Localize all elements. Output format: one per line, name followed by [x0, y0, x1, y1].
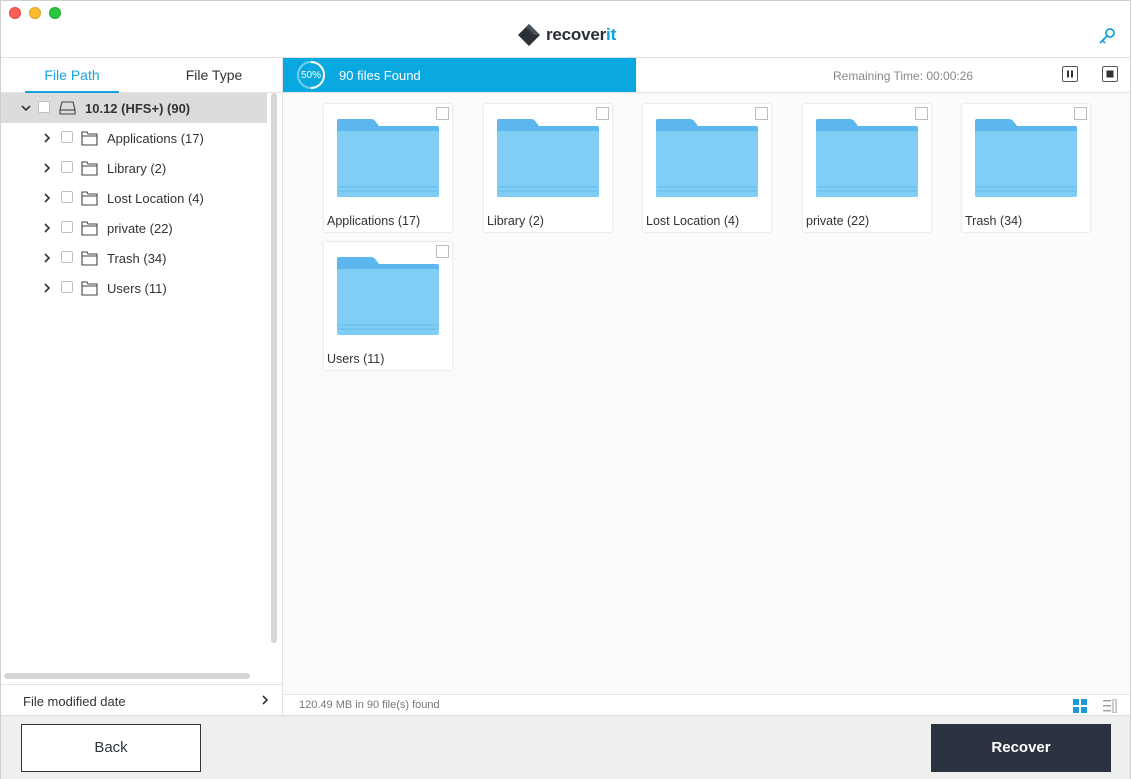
- chevron-right-icon[interactable]: [42, 133, 52, 143]
- chevron-right-icon[interactable]: [42, 283, 52, 293]
- file-modified-date-filter[interactable]: File modified date: [1, 684, 282, 716]
- folder-card[interactable]: Applications (17): [324, 104, 452, 232]
- app-logo: recoverit: [517, 22, 616, 48]
- sidebar: File Path File Type 10.12 (HFS+) (90) Ap…: [1, 58, 283, 715]
- pause-button[interactable]: [1062, 66, 1078, 82]
- folder-icon: [337, 119, 439, 197]
- tree-item[interactable]: Lost Location (4): [1, 183, 267, 213]
- brand-accent: it: [606, 25, 617, 44]
- close-window-button[interactable]: [9, 7, 21, 19]
- footer-bar: Back Recover: [1, 715, 1130, 779]
- filter-label: File modified date: [23, 694, 126, 709]
- chevron-right-icon[interactable]: [42, 163, 52, 173]
- chevron-right-icon[interactable]: [42, 223, 52, 233]
- folder-label: Applications (17): [327, 214, 421, 228]
- scan-progress-fill: [283, 58, 636, 92]
- folder-card[interactable]: private (22): [803, 104, 931, 232]
- remaining-time: Remaining Time: 00:00:26: [833, 69, 974, 83]
- folder-icon: [337, 257, 439, 335]
- brand-name: recover: [546, 25, 607, 44]
- main-content: 50% 90 files Found Remaining Time: 00:00…: [283, 58, 1130, 716]
- tree-item[interactable]: private (22): [1, 213, 267, 243]
- progress-percent: 50%: [300, 70, 321, 81]
- back-button[interactable]: Back: [21, 724, 201, 772]
- status-bar: 120.49 MB in 90 file(s) found: [283, 694, 1130, 716]
- folder-icon: [81, 221, 98, 236]
- drive-icon: [59, 101, 76, 115]
- status-summary: 120.49 MB in 90 file(s) found: [299, 699, 440, 711]
- folder-label: Lost Location (4): [646, 214, 740, 228]
- tree-checkbox[interactable]: [61, 221, 73, 233]
- folder-card[interactable]: Users (11): [324, 242, 452, 370]
- logo-icon: [518, 24, 540, 46]
- tree-root-drive[interactable]: 10.12 (HFS+) (90): [1, 93, 267, 123]
- tab-file-path[interactable]: File Path: [25, 58, 119, 93]
- tree-item-label: Users (11): [107, 281, 167, 296]
- app-window: recoverit File Path File Type 10.12 (HFS…: [0, 0, 1131, 779]
- chevron-down-icon[interactable]: [21, 103, 31, 113]
- files-found-count: 90 files Found: [339, 68, 421, 83]
- list-view-icon[interactable]: [1103, 699, 1117, 713]
- tree-item[interactable]: Library (2): [1, 153, 267, 183]
- scan-progress-bar: 50% 90 files Found Remaining Time: 00:00…: [283, 58, 1130, 93]
- tree-item-label: Trash (34): [107, 251, 167, 266]
- title-bar: recoverit: [1, 1, 1130, 58]
- folder-icon: [816, 119, 918, 197]
- folder-label: private (22): [806, 214, 870, 228]
- folder-icon: [81, 251, 98, 266]
- sidebar-tabs: File Path File Type: [1, 58, 282, 93]
- chevron-right-icon[interactable]: [42, 193, 52, 203]
- stop-button[interactable]: [1102, 66, 1118, 82]
- tree-horizontal-scrollbar[interactable]: [4, 673, 250, 679]
- folder-icon: [81, 131, 98, 146]
- tree-checkbox[interactable]: [61, 251, 73, 263]
- chevron-right-icon: [262, 695, 269, 705]
- folder-label: Users (11): [327, 352, 385, 366]
- tree-checkbox[interactable]: [61, 131, 73, 143]
- folder-icon: [497, 119, 599, 197]
- folder-icon: [81, 161, 98, 176]
- tree-checkbox[interactable]: [61, 281, 73, 293]
- folder-icon: [656, 119, 758, 197]
- stop-icon: [1106, 70, 1114, 78]
- tree-item-label: private (22): [107, 221, 173, 236]
- key-icon[interactable]: [1098, 27, 1116, 45]
- tree-item[interactable]: Users (11): [1, 273, 267, 303]
- folder-icon: [975, 119, 1077, 197]
- tree-item-label: Lost Location (4): [107, 191, 204, 206]
- tree-checkbox[interactable]: [38, 101, 50, 113]
- tree-item-label: Applications (17): [107, 131, 204, 146]
- tree-item-label: Library (2): [107, 161, 167, 176]
- folder-card[interactable]: Trash (34): [962, 104, 1090, 232]
- tree-vertical-scrollbar[interactable]: [271, 93, 277, 643]
- folder-icon: [81, 191, 98, 206]
- folder-card[interactable]: Library (2): [484, 104, 612, 232]
- tree-root-label: 10.12 (HFS+) (90): [85, 101, 191, 116]
- recover-button[interactable]: Recover: [931, 724, 1111, 772]
- folder-label: Library (2): [487, 214, 544, 228]
- tree-item[interactable]: Trash (34): [1, 243, 267, 273]
- folder-card[interactable]: Lost Location (4): [643, 104, 771, 232]
- folder-tree: 10.12 (HFS+) (90) Applications (17) Libr…: [1, 93, 267, 303]
- grid-view-icon[interactable]: [1073, 699, 1087, 713]
- tree-checkbox[interactable]: [61, 161, 73, 173]
- minimize-window-button[interactable]: [29, 7, 41, 19]
- maximize-window-button[interactable]: [49, 7, 61, 19]
- folder-label: Trash (34): [965, 214, 1023, 228]
- tab-file-type[interactable]: File Type: [167, 58, 261, 92]
- tree-item[interactable]: Applications (17): [1, 123, 267, 153]
- pause-icon: [1067, 70, 1073, 78]
- folder-icon: [81, 281, 98, 296]
- tree-checkbox[interactable]: [61, 191, 73, 203]
- chevron-right-icon[interactable]: [42, 253, 52, 263]
